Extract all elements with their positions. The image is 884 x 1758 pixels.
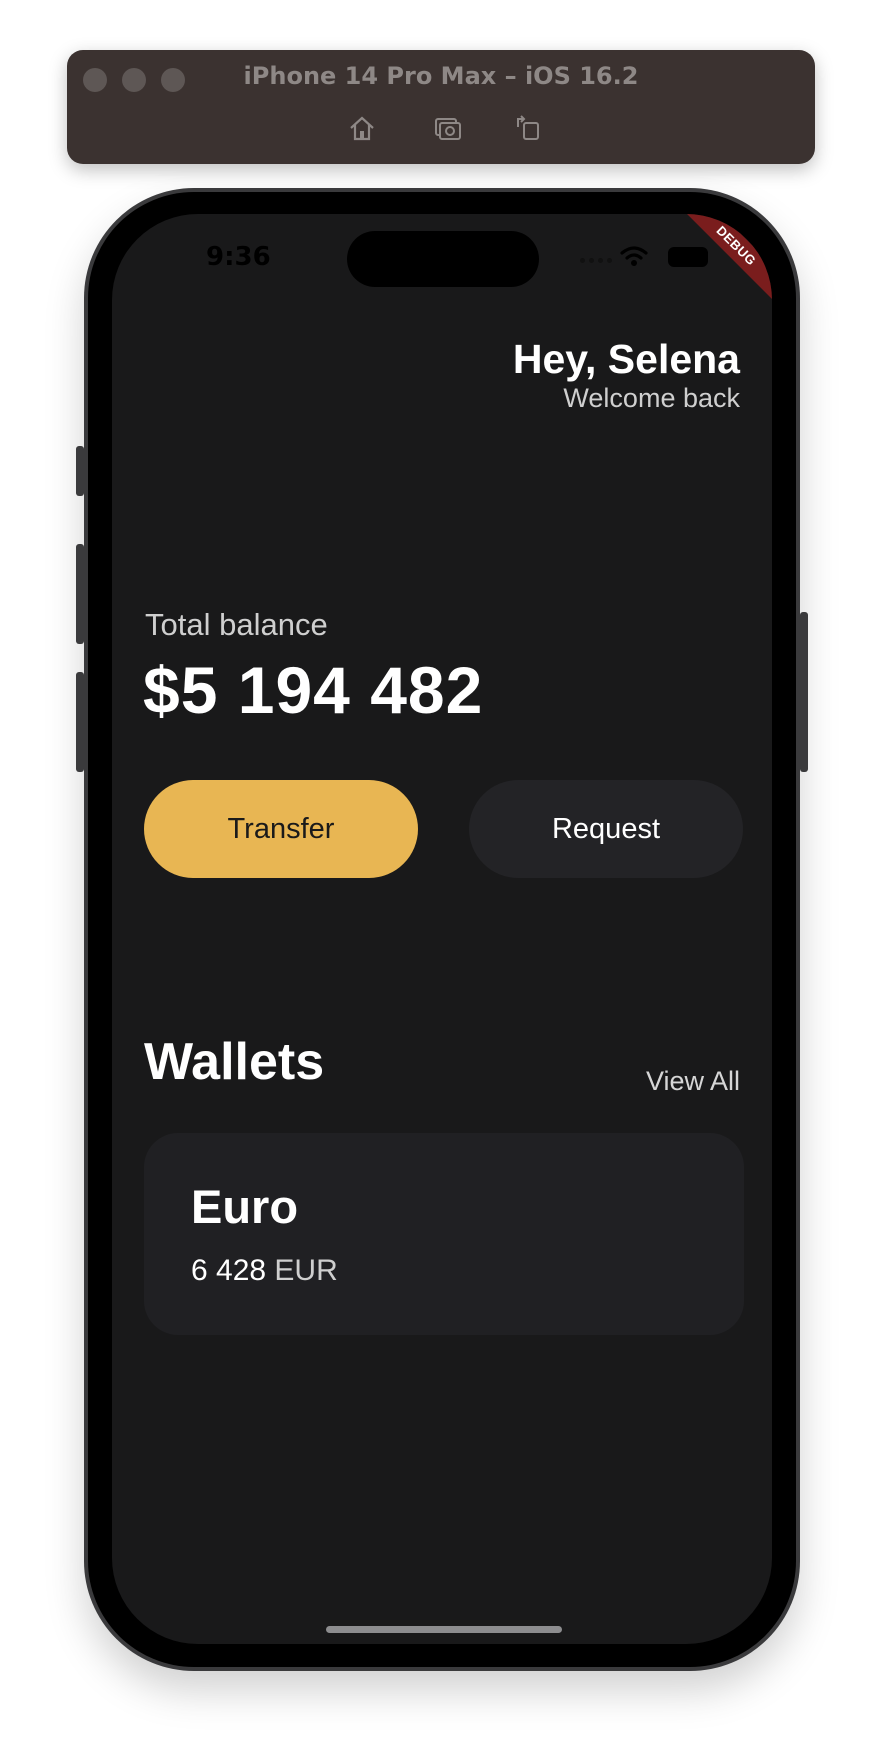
greeting-subtitle: Welcome back bbox=[563, 383, 740, 413]
transfer-button-label: Transfer bbox=[227, 812, 335, 845]
volume-down-button bbox=[76, 672, 84, 772]
wallet-name: Euro bbox=[191, 1180, 299, 1233]
battery-icon bbox=[668, 247, 708, 267]
request-button-label: Request bbox=[551, 812, 660, 845]
balance-label: Total balance bbox=[145, 607, 328, 642]
wallet-card[interactable]: Euro 6 428 EUR bbox=[144, 1133, 744, 1335]
balance-amount: $5 194 482 bbox=[143, 653, 484, 727]
dynamic-island bbox=[347, 231, 539, 287]
view-all-link[interactable]: View All bbox=[646, 1066, 740, 1097]
greeting: Hey, Selena Welcome back bbox=[513, 336, 740, 414]
screenshot-icon[interactable] bbox=[433, 113, 463, 143]
wallet-currency: EUR bbox=[274, 1254, 338, 1287]
simulator-title: iPhone 14 Pro Max – iOS 16.2 bbox=[243, 62, 639, 90]
request-button[interactable]: Request bbox=[469, 780, 743, 878]
status-time: 9:36 bbox=[206, 242, 271, 272]
wallet-balance: 6 428 bbox=[191, 1254, 267, 1287]
wallets-heading: Wallets bbox=[144, 1033, 325, 1091]
rotate-icon[interactable] bbox=[513, 113, 543, 143]
simulator-window: iPhone 14 Pro Max – iOS 16.2 9:36 DEBUG … bbox=[0, 0, 884, 1758]
volume-up-button bbox=[76, 544, 84, 644]
greeting-title: Hey, Selena bbox=[512, 336, 740, 382]
action-button bbox=[76, 446, 84, 496]
home-indicator[interactable] bbox=[326, 1626, 562, 1633]
power-button bbox=[800, 612, 808, 772]
wifi-icon bbox=[620, 246, 648, 266]
wallet-amount: 6 428 EUR bbox=[191, 1254, 338, 1288]
home-icon[interactable] bbox=[347, 113, 377, 143]
transfer-button[interactable]: Transfer bbox=[144, 780, 418, 878]
app-screen: 9:36 DEBUG Hey, Selena Welcome back Tota… bbox=[112, 214, 772, 1644]
cellular-signal-icon bbox=[580, 258, 612, 263]
